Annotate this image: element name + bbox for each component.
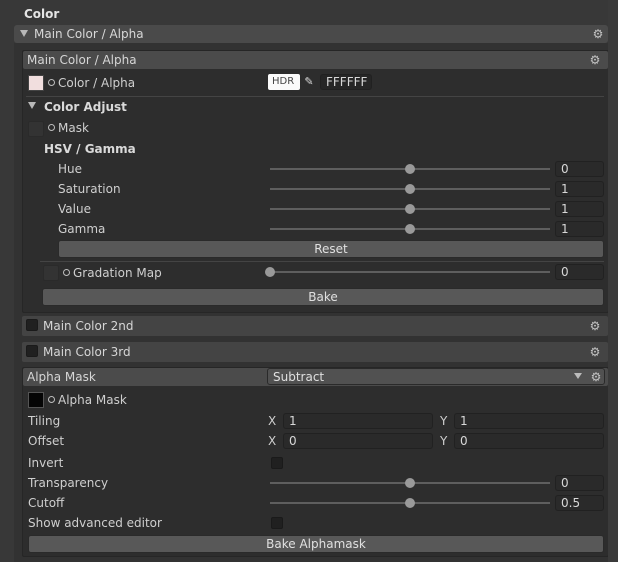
hdr-button[interactable]: HDR (268, 74, 300, 90)
gamma-slider-thumb[interactable] (405, 224, 415, 234)
tiling-label: Tiling (28, 414, 61, 428)
cutoff-field[interactable]: 0.5 (555, 495, 604, 511)
cutoff-slider-thumb[interactable] (405, 498, 415, 508)
offset-y-field[interactable]: 0 (454, 433, 604, 449)
main-color-3rd-label: Main Color 3rd (43, 345, 131, 359)
gradation-map-label: Gradation Map (63, 266, 162, 280)
property-dot-icon (48, 79, 55, 86)
tiling-x-label: X (268, 414, 277, 428)
scrollbar[interactable] (608, 0, 618, 562)
gear-icon[interactable]: ⚙ (592, 28, 604, 40)
tiling-y-field[interactable]: 1 (454, 413, 604, 429)
tiling-y-label: Y (440, 414, 448, 428)
main-color-alpha-foldout-header[interactable]: Main Color / Alpha ⚙ (14, 25, 608, 43)
hex-field[interactable]: FFFFFF (320, 74, 372, 90)
advanced-editor-checkbox[interactable] (271, 517, 283, 529)
property-dot-icon (48, 124, 55, 131)
saturation-slider-thumb[interactable] (405, 184, 415, 194)
offset-x-label: X (268, 434, 277, 448)
value-field[interactable]: 1 (555, 201, 604, 217)
advanced-editor-label: Show advanced editor (28, 516, 162, 530)
color-alpha-label: Color / Alpha (48, 76, 135, 90)
tiling-x-field[interactable]: 1 (283, 413, 433, 429)
main-color-panel-header[interactable]: Main Color / Alpha ⚙ (23, 51, 608, 69)
color-swatch[interactable] (28, 75, 44, 91)
gear-icon[interactable]: ⚙ (589, 346, 601, 358)
value-slider-thumb[interactable] (405, 204, 415, 214)
cutoff-label: Cutoff (28, 496, 65, 510)
gamma-label: Gamma (58, 222, 106, 236)
gradation-map-texture-slot[interactable] (43, 265, 59, 281)
mask-texture-slot[interactable] (28, 121, 44, 137)
foldout-arrow-icon[interactable] (20, 30, 28, 37)
section-title: Color (24, 7, 60, 21)
gear-icon[interactable]: ⚙ (589, 320, 601, 332)
saturation-field[interactable]: 1 (555, 181, 604, 197)
main-color-3rd-checkbox[interactable] (26, 345, 38, 357)
foldout-label: Main Color / Alpha (34, 27, 144, 41)
transparency-label: Transparency (28, 476, 109, 490)
gear-icon[interactable]: ⚙ (590, 371, 602, 383)
property-dot-icon (48, 396, 55, 403)
gamma-field[interactable]: 1 (555, 221, 604, 237)
gradation-slider-track[interactable] (270, 271, 550, 273)
main-color-3rd-header[interactable]: Main Color 3rd ⚙ (22, 342, 608, 362)
hue-slider-thumb[interactable] (405, 164, 415, 174)
gradation-field[interactable]: 0 (555, 264, 604, 280)
bake-button[interactable]: Bake (42, 288, 604, 306)
alpha-mask-header-label: Alpha Mask (27, 370, 96, 384)
hue-label: Hue (58, 162, 83, 176)
main-color-2nd-header[interactable]: Main Color 2nd ⚙ (22, 316, 608, 336)
color-adjust-arrow-icon[interactable] (28, 102, 36, 109)
chevron-down-icon (574, 373, 582, 379)
saturation-label: Saturation (58, 182, 121, 196)
invert-checkbox[interactable] (271, 457, 283, 469)
offset-label: Offset (28, 434, 65, 448)
property-dot-icon (63, 269, 70, 276)
main-color-2nd-checkbox[interactable] (26, 319, 38, 331)
color-adjust-label[interactable]: Color Adjust (44, 100, 127, 114)
divider (40, 261, 604, 262)
transparency-field[interactable]: 0 (555, 475, 604, 491)
gear-icon[interactable]: ⚙ (589, 54, 601, 66)
eyedropper-icon[interactable]: ✎ (302, 75, 316, 89)
main-color-2nd-label: Main Color 2nd (43, 319, 134, 333)
alpha-mask-texture-slot[interactable] (28, 392, 44, 408)
alpha-mask-label: Alpha Mask (48, 393, 127, 407)
invert-label: Invert (28, 456, 64, 470)
offset-x-field[interactable]: 0 (283, 433, 433, 449)
mask-label: Mask (48, 121, 89, 135)
dropdown-value: Subtract (273, 370, 325, 384)
value-label: Value (58, 202, 91, 216)
hsv-gamma-title: HSV / Gamma (44, 142, 136, 156)
divider (26, 96, 604, 97)
panel-header-label: Main Color / Alpha (27, 53, 137, 67)
bake-alphamask-button[interactable]: Bake Alphamask (28, 535, 604, 553)
transparency-slider-thumb[interactable] (405, 478, 415, 488)
offset-y-label: Y (440, 434, 448, 448)
alpha-mask-mode-dropdown[interactable]: Subtract ⚙ (267, 368, 605, 385)
gradation-slider-thumb[interactable] (265, 267, 275, 277)
reset-button[interactable]: Reset (58, 240, 604, 258)
hue-field[interactable]: 0 (555, 161, 604, 177)
